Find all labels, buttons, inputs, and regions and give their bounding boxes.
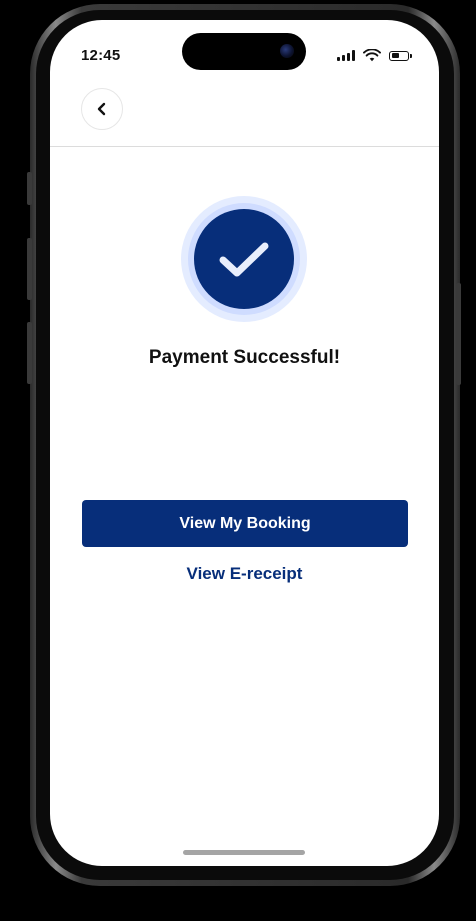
home-indicator[interactable]: [183, 850, 305, 855]
dynamic-island: [182, 33, 306, 70]
volume-down-button: [27, 322, 32, 384]
status-time: 12:45: [81, 47, 121, 64]
success-circle: [194, 209, 294, 309]
back-button[interactable]: [81, 88, 123, 130]
chevron-left-icon: [97, 102, 106, 116]
power-button: [456, 283, 461, 385]
volume-up-button: [27, 238, 32, 300]
view-e-receipt-link[interactable]: View E-receipt: [50, 564, 439, 584]
success-badge: [181, 196, 307, 322]
status-icons: [337, 49, 412, 62]
payment-success-title: Payment Successful!: [148, 347, 341, 368]
checkmark-icon: [219, 242, 269, 277]
mute-switch: [27, 172, 32, 205]
camera-lens: [280, 44, 294, 58]
wifi-icon: [363, 49, 381, 62]
app-screen: 12:45 Payment Successful! View My Bookin…: [50, 20, 439, 866]
battery-level: [391, 53, 399, 58]
battery-icon: [389, 50, 412, 61]
header-divider: [50, 146, 439, 147]
cellular-signal-icon: [337, 50, 355, 61]
view-my-booking-button[interactable]: View My Booking: [82, 500, 408, 547]
